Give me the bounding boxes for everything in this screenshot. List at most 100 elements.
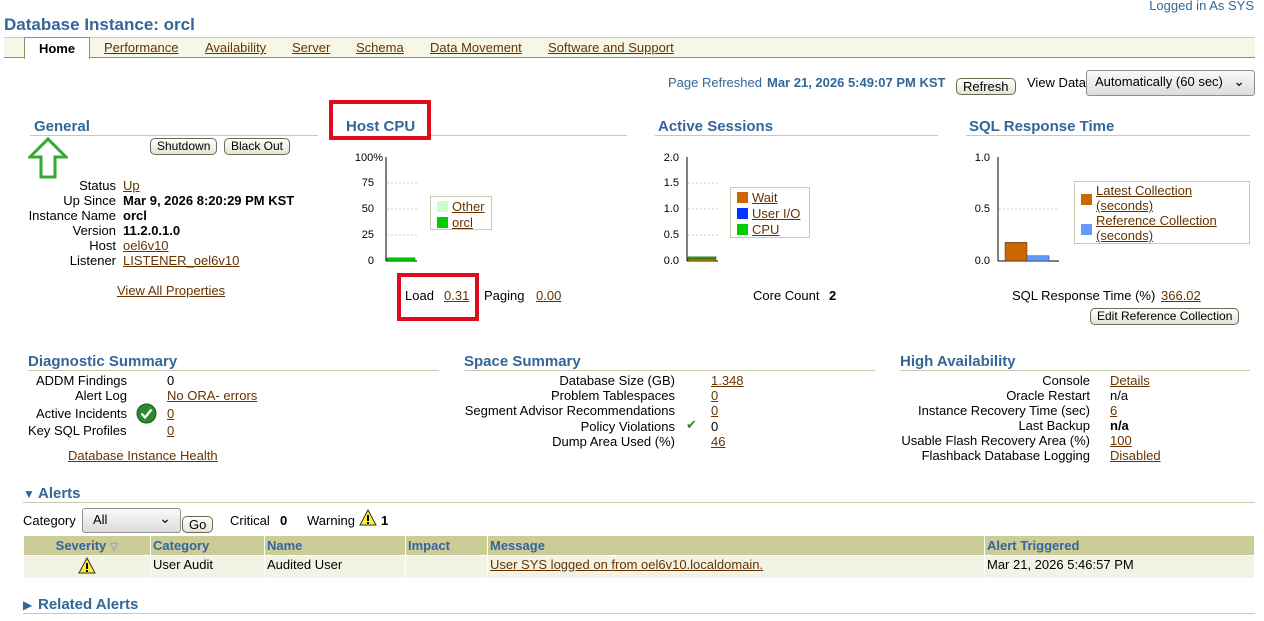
collapse-triangle-icon[interactable]: ▼ [23, 487, 35, 501]
sql-response-pct-label: SQL Response Time (%) [1012, 288, 1156, 303]
page-title: Database Instance: orcl [4, 15, 195, 34]
flash-recovery-value[interactable]: 100 [1110, 433, 1132, 448]
instance-name-value: orcl [123, 208, 147, 223]
tab-home[interactable]: Home [24, 37, 90, 59]
alert-message-link[interactable]: User SYS logged on from oel6v10.localdom… [490, 557, 763, 572]
database-instance-health-link[interactable]: Database Instance Health [68, 448, 218, 463]
last-backup-label: Last Backup [1018, 418, 1090, 433]
category-cell: User Audit [150, 555, 265, 579]
tab-availability[interactable]: Availability [205, 40, 266, 55]
bar-reference-collection [1026, 255, 1050, 262]
shutdown-button[interactable]: Shutdown [150, 138, 218, 155]
listener-label: Listener [69, 253, 116, 268]
view-data-select[interactable]: Automatically (60 sec) ⌄ [1086, 70, 1255, 96]
legend-label-cpu[interactable]: CPU [752, 222, 779, 237]
column-header-severity[interactable]: Severity ▽ [23, 535, 151, 556]
active-sessions-legend: Wait User I/O CPU [730, 187, 810, 238]
version-value: 11.2.0.1.0 [123, 223, 181, 238]
page-refreshed-label: Page Refreshed [668, 75, 762, 90]
tab-software-and-support[interactable]: Software and Support [548, 40, 674, 55]
column-header-name[interactable]: Name [264, 535, 406, 556]
column-header-category[interactable]: Category [150, 535, 265, 556]
tab-schema[interactable]: Schema [356, 40, 404, 55]
legend-item-orcl[interactable]: orcl [437, 215, 473, 230]
paging-value[interactable]: 0.00 [536, 288, 561, 303]
edit-reference-collection-button[interactable]: Edit Reference Collection [1090, 308, 1240, 325]
legend-label-orcl[interactable]: orcl [452, 215, 473, 230]
console-value[interactable]: Details [1110, 373, 1150, 388]
legend-item-user-io[interactable]: User I/O [737, 206, 800, 221]
logged-in-text: Logged in As SYS [1149, 0, 1254, 13]
space-summary-title: Space Summary [464, 353, 581, 370]
active-sessions-title: Active Sessions [658, 118, 774, 135]
legend-item-other[interactable]: Other [437, 199, 485, 214]
tab-data-movement[interactable]: Data Movement [430, 40, 522, 55]
db-size-value[interactable]: 1.348 [711, 373, 744, 388]
recovery-time-label: Instance Recovery Time (sec) [918, 403, 1090, 418]
alert-log-value[interactable]: No ORA- errors [167, 388, 257, 403]
recovery-time-value[interactable]: 6 [1110, 403, 1117, 418]
view-data-label: View Data [1027, 75, 1087, 90]
legend-item-wait[interactable]: Wait [737, 190, 778, 205]
legend-swatch-wait [737, 192, 748, 203]
legend-swatch-orcl [437, 217, 448, 228]
general-divider [30, 135, 318, 136]
tab-performance[interactable]: Performance [104, 40, 178, 55]
status-up-arrow-icon [28, 137, 68, 179]
expand-triangle-icon[interactable]: ▶ [23, 598, 32, 612]
dump-area-value[interactable]: 46 [711, 434, 725, 449]
sql-response-chart [997, 157, 1059, 262]
blackout-button[interactable]: Black Out [224, 138, 291, 155]
sql-tick-0-5: 0.5 [974, 203, 990, 215]
legend-label-user-io[interactable]: User I/O [752, 206, 800, 221]
legend-swatch-latest [1081, 194, 1092, 205]
column-header-impact[interactable]: Impact [405, 535, 488, 556]
alerts-title[interactable]: Alerts [38, 485, 81, 502]
flashback-logging-value[interactable]: Disabled [1110, 448, 1161, 463]
problem-tablespaces-value[interactable]: 0 [711, 388, 718, 403]
go-button[interactable]: Go [182, 516, 214, 533]
legend-label-other[interactable]: Other [452, 199, 485, 214]
cpu-tick-75: 75 [361, 177, 374, 189]
version-label: Version [72, 223, 116, 238]
diagnostic-divider [28, 370, 439, 371]
problem-tablespaces-label: Problem Tablespaces [550, 388, 675, 403]
related-alerts-divider [23, 613, 1255, 614]
category-select[interactable]: All ⌄ [82, 508, 181, 533]
sql-response-legend: Latest Collection (seconds) Reference Co… [1074, 181, 1250, 244]
key-sql-value[interactable]: 0 [167, 423, 174, 438]
related-alerts-title[interactable]: Related Alerts [38, 596, 138, 613]
sql-tick-1: 1.0 [974, 152, 990, 164]
segment-advisor-label: Segment Advisor Recommendations [464, 403, 675, 418]
status-value[interactable]: Up [123, 178, 140, 193]
flashback-logging-label: Flashback Database Logging [921, 448, 1090, 463]
sql-response-pct-value[interactable]: 366.02 [1161, 288, 1201, 303]
policy-violations-label: Policy Violations [580, 419, 675, 434]
active-incidents-value[interactable]: 0 [167, 406, 174, 421]
addm-value: 0 [167, 373, 175, 388]
load-value[interactable]: 0.31 [444, 288, 469, 303]
critical-count: 0 [280, 513, 288, 528]
legend-item-cpu[interactable]: CPU [737, 222, 779, 237]
column-header-message[interactable]: Message [487, 535, 985, 556]
cpu-tick-25: 25 [361, 229, 374, 241]
segment-advisor-value[interactable]: 0 [711, 403, 718, 418]
sql-response-title: SQL Response Time [969, 118, 1115, 135]
category-select-value: All [93, 512, 108, 527]
core-count-value: 2 [829, 288, 837, 303]
as-tick-1: 1.0 [663, 203, 679, 215]
legend-label-latest[interactable]: Latest Collection (seconds) [1096, 183, 1246, 213]
host-value[interactable]: oel6v10 [123, 238, 169, 253]
status-label: Status [79, 178, 116, 193]
view-all-properties-link[interactable]: View All Properties [117, 283, 225, 298]
refresh-button[interactable]: Refresh [956, 78, 1016, 95]
bar-latest-collection [1004, 242, 1028, 262]
listener-value[interactable]: LISTENER_oel6v10 [123, 253, 239, 268]
checkmark-icon: ✔ [686, 417, 697, 432]
column-header-alert-triggered[interactable]: Alert Triggered [984, 535, 1255, 556]
sessions-area-cpu [687, 256, 717, 259]
table-row: User Audit Audited User User SYS logged … [23, 555, 1255, 579]
tab-server[interactable]: Server [292, 40, 330, 55]
legend-label-reference[interactable]: Reference Collection (seconds) [1096, 213, 1246, 243]
legend-label-wait[interactable]: Wait [752, 190, 778, 205]
